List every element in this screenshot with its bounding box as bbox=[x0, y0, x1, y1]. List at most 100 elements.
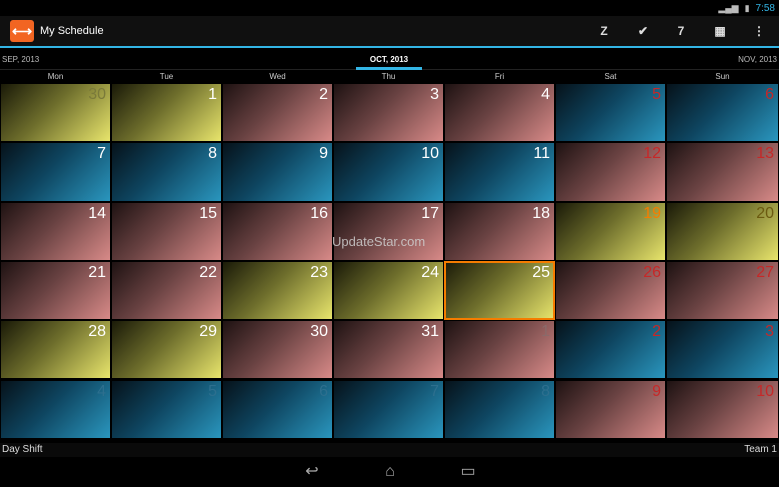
calendar-day-cell[interactable]: 1 bbox=[111, 83, 222, 143]
calendar-day-cell[interactable]: 4 bbox=[444, 83, 555, 143]
calendar-day-cell[interactable]: 19 bbox=[555, 201, 666, 261]
calendar-day-cell[interactable]: 7 bbox=[333, 379, 444, 439]
calendar-day-cell[interactable]: 13 bbox=[666, 142, 779, 202]
calendar-day-cell[interactable]: 6 bbox=[222, 379, 333, 439]
status-time: 7:58 bbox=[755, 2, 775, 14]
battery-icon: ▮ bbox=[744, 2, 750, 13]
calendar-day-cell[interactable]: 31 bbox=[333, 320, 444, 380]
month-navigator: SEP, 2013 OCT, 2013 NOV, 2013 bbox=[0, 50, 779, 70]
calendar-day-cell[interactable]: 9 bbox=[222, 142, 333, 202]
watermark: UpdateStar.com bbox=[332, 234, 426, 249]
day-number: 13 bbox=[756, 145, 774, 163]
prev-month-tab[interactable]: SEP, 2013 bbox=[2, 55, 39, 64]
day-number: 15 bbox=[199, 204, 217, 222]
calendar-day-cell[interactable]: 2 bbox=[555, 320, 666, 380]
day-number: 3 bbox=[430, 86, 439, 103]
weekday-label: Sat bbox=[604, 72, 617, 81]
calendar-day-cell[interactable]: 7 bbox=[0, 142, 111, 202]
weekday-label: Sun bbox=[715, 72, 730, 81]
action-bar: ⟷ My Schedule Z ✔ 7 ▦ ⋮ bbox=[0, 16, 779, 48]
day-number: 12 bbox=[643, 145, 661, 163]
weekday-label: Thu bbox=[381, 72, 396, 81]
calendar-day-cell[interactable]: 2 bbox=[222, 83, 333, 143]
calendar-day-cell[interactable]: 30 bbox=[222, 320, 333, 380]
calendar-day-cell[interactable]: 8 bbox=[444, 379, 555, 439]
day-number: 5 bbox=[208, 382, 217, 400]
next-month-tab[interactable]: NOV, 2013 bbox=[738, 55, 777, 64]
calendar-day-cell[interactable]: 9 bbox=[555, 379, 666, 439]
day-number: 18 bbox=[532, 204, 550, 222]
day-number: 1 bbox=[541, 323, 550, 341]
calendar-day-cell[interactable]: 29 bbox=[111, 320, 222, 380]
day-number: 6 bbox=[765, 86, 774, 103]
calendar-day-cell[interactable]: 22 bbox=[111, 260, 222, 321]
calendar-day-cell[interactable]: 5 bbox=[111, 379, 222, 439]
day-number: 9 bbox=[319, 145, 328, 163]
calendar-day-cell[interactable]: 8 bbox=[111, 142, 222, 202]
calendar-day-cell-today[interactable]: 25 bbox=[444, 260, 555, 321]
home-icon[interactable]: ⌂ bbox=[378, 464, 402, 480]
calendar-day-cell[interactable]: 17 bbox=[333, 201, 444, 261]
day-number: 3 bbox=[765, 323, 774, 341]
calendar-day-cell[interactable]: 16 bbox=[222, 201, 333, 261]
signal-icon: ▂▄▆ bbox=[718, 2, 739, 13]
calendar-day-cell[interactable]: 15 bbox=[111, 201, 222, 261]
day-number: 2 bbox=[319, 86, 328, 103]
calendar-day-cell[interactable]: 12 bbox=[555, 142, 666, 202]
calendar-day-cell[interactable]: 21 bbox=[0, 260, 111, 321]
shift-label: Day Shift bbox=[2, 444, 43, 455]
calendar-day-cell[interactable]: 3 bbox=[333, 83, 444, 143]
calendar-day-cell[interactable]: 30 bbox=[0, 83, 111, 143]
day-number: 22 bbox=[199, 263, 217, 281]
pattern-icon[interactable]: ▦ bbox=[712, 23, 728, 39]
calendar-day-cell[interactable]: 23 bbox=[222, 260, 333, 321]
day-number: 30 bbox=[88, 86, 106, 103]
shift-7-icon[interactable]: 7 bbox=[673, 23, 689, 39]
day-number: 30 bbox=[310, 323, 328, 341]
back-icon[interactable]: ↩ bbox=[300, 464, 324, 480]
day-number: 4 bbox=[541, 86, 550, 103]
day-number: 2 bbox=[652, 323, 661, 341]
day-number: 20 bbox=[756, 204, 774, 222]
system-nav-bar: ↩ ⌂ ▭ bbox=[0, 458, 779, 487]
app-logo-icon[interactable]: ⟷ bbox=[10, 20, 34, 42]
calendar-day-cell[interactable]: 14 bbox=[0, 201, 111, 261]
day-number: 11 bbox=[533, 145, 550, 163]
day-number: 28 bbox=[88, 323, 106, 341]
shift-z-icon[interactable]: Z bbox=[596, 23, 612, 39]
calendar-day-cell[interactable]: 24 bbox=[333, 260, 444, 321]
day-number: 19 bbox=[643, 204, 661, 222]
check-icon[interactable]: ✔ bbox=[635, 23, 651, 39]
calendar-day-cell[interactable]: 20 bbox=[666, 201, 779, 261]
day-number: 9 bbox=[652, 382, 661, 400]
footer-bar: Day Shift Team 1 bbox=[0, 443, 779, 457]
overflow-menu-icon[interactable]: ⋮ bbox=[751, 23, 767, 39]
calendar-day-cell[interactable]: 1 bbox=[444, 320, 555, 380]
recents-icon[interactable]: ▭ bbox=[456, 464, 480, 480]
day-number: 17 bbox=[421, 204, 439, 222]
calendar-day-cell[interactable]: 27 bbox=[666, 260, 779, 321]
day-number: 7 bbox=[430, 382, 439, 400]
day-number: 8 bbox=[541, 382, 550, 400]
day-number: 25 bbox=[532, 263, 550, 281]
day-number: 26 bbox=[643, 263, 661, 281]
calendar-day-cell[interactable]: 10 bbox=[333, 142, 444, 202]
current-month-indicator bbox=[356, 67, 422, 70]
weekday-header: Mon Tue Wed Thu Fri Sat Sun bbox=[0, 71, 779, 83]
weekday-label: Wed bbox=[269, 72, 286, 81]
day-number: 21 bbox=[88, 263, 106, 281]
calendar-day-cell[interactable]: 5 bbox=[555, 83, 666, 143]
calendar-day-cell[interactable]: 11 bbox=[444, 142, 555, 202]
calendar-day-cell[interactable]: 3 bbox=[666, 320, 779, 380]
calendar-day-cell[interactable]: 18 bbox=[444, 201, 555, 261]
current-month-tab[interactable]: OCT, 2013 bbox=[356, 55, 422, 64]
calendar-day-cell[interactable]: 28 bbox=[0, 320, 111, 380]
day-number: 29 bbox=[199, 323, 217, 341]
calendar-day-cell[interactable]: 4 bbox=[0, 379, 111, 439]
calendar-day-cell[interactable]: 6 bbox=[666, 83, 779, 143]
day-number: 8 bbox=[208, 145, 217, 163]
calendar-day-cell[interactable]: 26 bbox=[555, 260, 666, 321]
calendar-day-cell[interactable]: 10 bbox=[666, 379, 779, 439]
day-number: 7 bbox=[97, 145, 106, 163]
status-bar: ▂▄▆ ▮ 7:58 bbox=[0, 0, 779, 16]
